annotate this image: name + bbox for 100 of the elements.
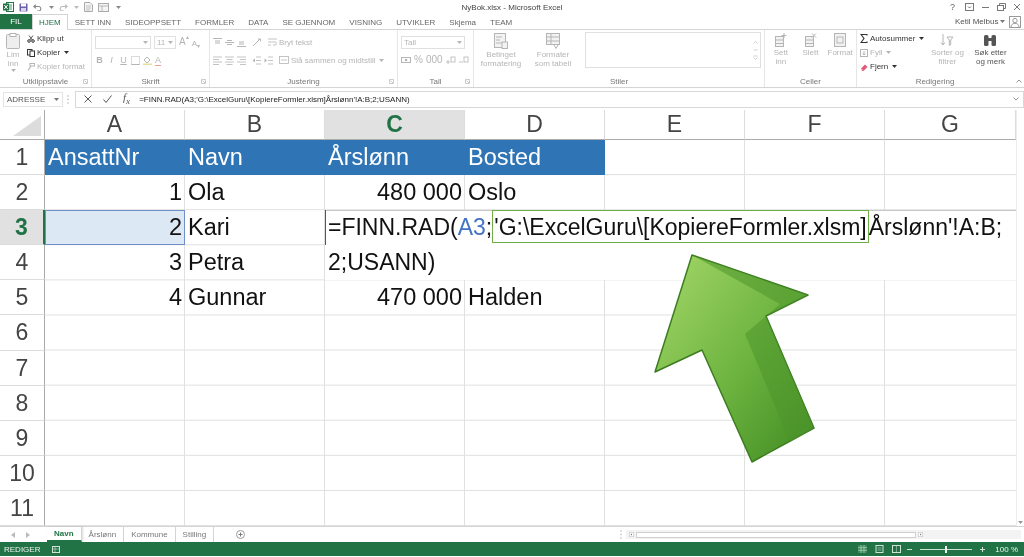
spreadsheet-cell[interactable]: Petra (185, 245, 325, 281)
spreadsheet-cell[interactable]: Årslønn (325, 140, 465, 176)
copy-button[interactable]: Kopier (27, 46, 86, 59)
column-header[interactable]: B (185, 110, 325, 140)
row-header[interactable]: 3 (0, 210, 45, 246)
next-sheet-icon[interactable] (26, 531, 30, 538)
spreadsheet-cell[interactable]: Kari (185, 210, 325, 246)
page-layout-view-icon[interactable] (875, 545, 885, 554)
sheet-tab[interactable]: Navn (47, 527, 82, 543)
ribbon-tab[interactable]: FORMLER (188, 14, 242, 29)
clear-button[interactable]: Fjern (860, 60, 924, 73)
clipboard-icon (6, 33, 20, 49)
account-button[interactable]: Ketil Melbus (950, 14, 1009, 29)
row-header[interactable]: 2 (0, 175, 45, 211)
row-header[interactable]: 11 (0, 490, 45, 527)
cut-button[interactable]: Klipp ut (27, 32, 86, 45)
vertical-scrollbar[interactable] (1016, 110, 1024, 527)
row-header[interactable]: 8 (0, 385, 45, 421)
spreadsheet-cell[interactable]: Oslo (465, 175, 605, 211)
caret-icon[interactable] (74, 5, 79, 9)
zoom-in-icon[interactable] (980, 546, 986, 552)
column-header[interactable]: D (465, 110, 605, 140)
row-header[interactable]: 10 (0, 455, 45, 491)
column-header[interactable]: G (885, 110, 1016, 140)
scrollbar-thumb[interactable] (636, 531, 916, 538)
spreadsheet-cell[interactable]: 3 (45, 245, 185, 281)
autosum-button[interactable]: Autosummer (860, 32, 924, 45)
spreadsheet-cell[interactable]: 480 000 (325, 175, 465, 211)
ribbon-tab[interactable]: Skjema (442, 14, 483, 29)
find-select-button[interactable]: Søk etter og merk (970, 32, 1010, 66)
spreadsheet-cell[interactable]: 470 000 (325, 280, 465, 316)
ribbon-tab[interactable]: SETT INN (67, 14, 119, 29)
page-break-preview-icon[interactable] (892, 545, 902, 554)
normal-view-icon[interactable] (858, 545, 868, 554)
previous-sheet-icon[interactable] (11, 531, 15, 538)
column-header[interactable]: E (605, 110, 745, 140)
group-label: Justering (287, 77, 320, 86)
column-header[interactable]: A (45, 110, 185, 140)
cancel-icon[interactable] (84, 95, 92, 103)
select-all-icon[interactable] (13, 116, 41, 136)
ribbon-tab[interactable]: UTVIKLER (389, 14, 443, 29)
row-header[interactable]: 6 (0, 315, 45, 351)
restore-icon[interactable] (997, 3, 1006, 11)
expand-formula-bar-icon[interactable] (1013, 97, 1019, 101)
formula-input[interactable]: =FINN.RAD(A3;'G:\ExcelGuru\[KopiereFormler.xlsm]Årslønn'!A:B;2;USANN) (139, 94, 1002, 104)
scroll-left-icon[interactable] (629, 532, 634, 538)
ribbon-tab[interactable]: TEAM (483, 14, 520, 29)
save-icon[interactable] (19, 2, 28, 12)
dialog-launcher-icon[interactable] (465, 79, 470, 84)
dialog-launcher-icon[interactable] (201, 79, 206, 84)
cell-editor[interactable]: =FINN.RAD(A3;'G:\ExcelGuru\[KopiereFormler.xlsm]Årslønn'!A:B; 2;USANN) (325, 210, 1016, 281)
dialog-launcher-icon[interactable] (83, 79, 88, 84)
row-header[interactable]: 5 (0, 280, 45, 316)
ribbon-tab[interactable]: HJEM (32, 14, 68, 30)
row-header[interactable]: 7 (0, 350, 45, 386)
help-button[interactable]: ? (950, 2, 955, 12)
redo-icon[interactable] (58, 3, 68, 11)
document-icon[interactable] (84, 2, 93, 12)
spreadsheet-cell[interactable]: 1 (45, 175, 185, 211)
spreadsheet-cell[interactable]: Halden (465, 280, 605, 316)
spreadsheet-cell[interactable]: AnsattNr (45, 140, 185, 176)
column-header[interactable]: F (745, 110, 885, 140)
collapse-ribbon-icon[interactable] (1015, 79, 1022, 83)
dialog-launcher-icon[interactable] (389, 79, 394, 84)
ribbon-tab[interactable]: SE GJENNOM (275, 14, 343, 29)
caret-icon[interactable] (48, 5, 54, 9)
zoom-out-icon[interactable] (907, 546, 913, 552)
group-label: Celler (800, 77, 821, 86)
highlighted-file-path: 'G:\ExcelGuru\[KopiereFormler.xlsm] (492, 210, 869, 244)
insert-function-button[interactable]: f$_{x}$ (123, 91, 131, 107)
ribbon-tab[interactable]: VISNING (342, 14, 390, 29)
column-header[interactable]: C (325, 110, 465, 140)
file-tab[interactable]: FIL (0, 14, 32, 29)
close-icon[interactable] (1013, 3, 1021, 11)
table-icon[interactable] (98, 2, 109, 12)
user-avatar-icon[interactable] (1009, 15, 1021, 28)
grid-icon[interactable] (52, 545, 61, 553)
ribbon-tab[interactable]: DATA (241, 14, 276, 29)
check-icon[interactable] (103, 95, 112, 103)
scroll-right-icon[interactable] (918, 532, 923, 538)
name-box[interactable]: ADRESSE (3, 91, 63, 107)
spreadsheet-cell[interactable]: Bosted (465, 140, 605, 176)
slider-thumb[interactable] (945, 545, 948, 553)
row-header[interactable]: 4 (0, 245, 45, 281)
zoom-level[interactable]: 100 % (995, 544, 1018, 554)
spreadsheet-cell[interactable]: Navn (185, 140, 325, 176)
spreadsheet-cell[interactable]: 4 (45, 280, 185, 316)
caret-icon[interactable] (115, 5, 121, 9)
ribbon-tab[interactable]: SIDEOPPSETT (118, 14, 189, 29)
spreadsheet-cell[interactable]: 2 (45, 210, 185, 246)
spreadsheet-cell[interactable]: Ola (185, 175, 325, 211)
add-sheet-icon[interactable] (236, 530, 246, 540)
row-header[interactable]: 1 (0, 140, 45, 176)
horizontal-scrollbar[interactable] (626, 530, 1021, 540)
ribbon-display-options-icon[interactable] (965, 3, 974, 11)
window-title: NyBok.xlsx - Microsoft Excel (461, 2, 563, 12)
spreadsheet-cell[interactable]: Gunnar (185, 280, 325, 316)
excel-logo-icon[interactable] (3, 2, 14, 12)
row-header[interactable]: 9 (0, 420, 45, 456)
undo-icon[interactable] (33, 3, 42, 11)
